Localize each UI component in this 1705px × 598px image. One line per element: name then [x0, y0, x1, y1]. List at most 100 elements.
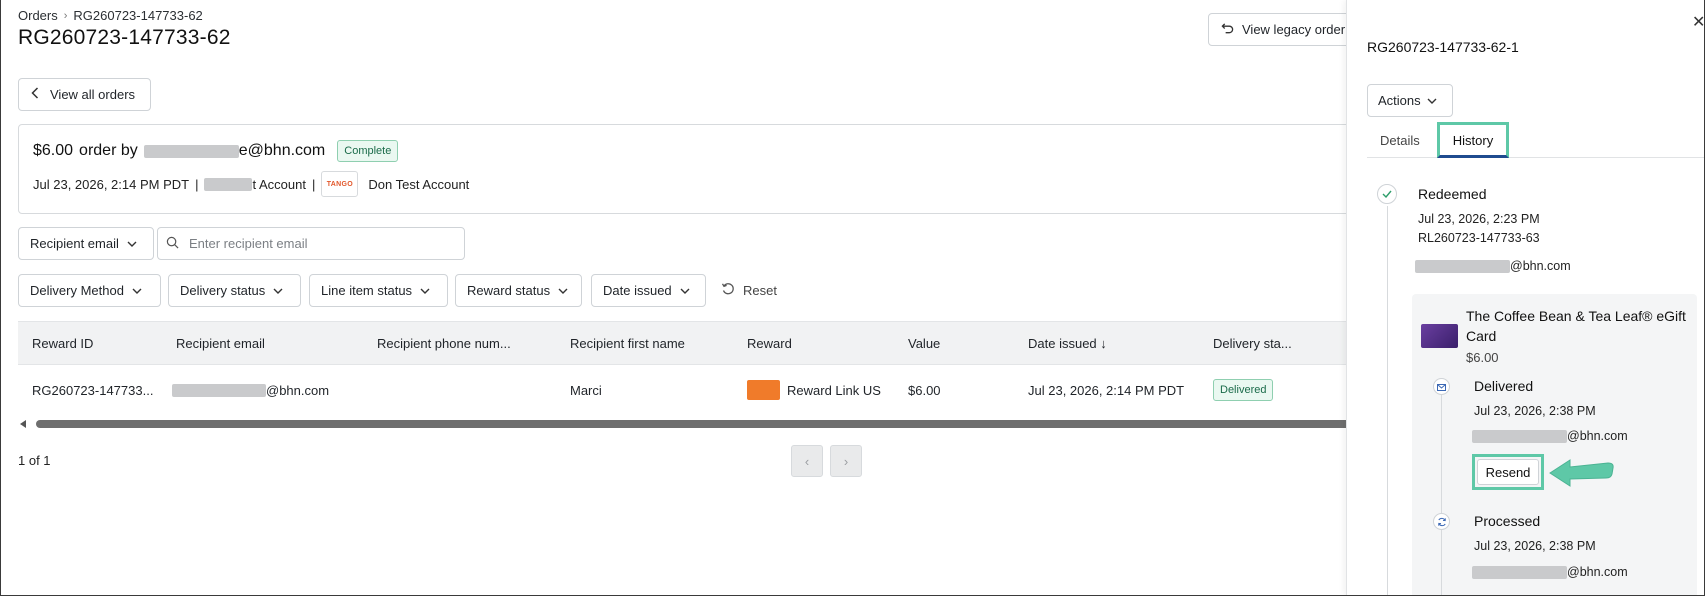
- scroll-left-arrow-icon[interactable]: [20, 420, 26, 428]
- event-delivered-date: Jul 23, 2026, 2:38 PM: [1474, 404, 1596, 418]
- app-frame: Orders › RG260723-147733-62 RG260723-147…: [0, 0, 1705, 596]
- breadcrumb-current: RG260723-147733-62: [73, 8, 203, 23]
- cell-reward-id: RG260723-147733...: [32, 382, 154, 398]
- meta-divider: |: [311, 176, 316, 192]
- chevron-down-icon: [273, 283, 283, 298]
- view-all-orders-label: View all orders: [50, 87, 136, 102]
- tango-logo: TANGO: [321, 171, 359, 197]
- order-email: e@bhn.com: [143, 142, 326, 160]
- table-row[interactable]: RG260723-147733... @bhn.com Marci Reward…: [18, 365, 1363, 415]
- next-page-button[interactable]: ›: [830, 445, 862, 477]
- order-date: Jul 23, 2026, 2:14 PM PDT: [33, 176, 190, 192]
- delivery-status-filter-label: Delivery status: [180, 283, 266, 298]
- redacted-email-block: [1472, 429, 1567, 443]
- view-all-orders-button[interactable]: View all orders: [18, 78, 151, 111]
- event-redeemed-title: Redeemed: [1418, 186, 1487, 202]
- tab-details[interactable]: Details: [1380, 122, 1420, 158]
- resend-button[interactable]: Resend: [1477, 459, 1539, 485]
- order-by-text: order by: [79, 142, 138, 159]
- gift-card-panel: The Coffee Bean & Tea Leaf® eGift Card $…: [1412, 294, 1697, 595]
- column-header-reward-id[interactable]: Reward ID: [32, 322, 93, 364]
- redacted-email-block: [1415, 259, 1510, 273]
- undo-arrow-icon: [1221, 22, 1234, 38]
- order-status-badge: Complete: [337, 140, 399, 162]
- reset-icon: [721, 282, 735, 299]
- chevron-down-icon: [420, 283, 430, 298]
- chevron-down-icon: [127, 236, 137, 251]
- card-timeline-line: [1441, 386, 1442, 595]
- search-icon: [166, 236, 179, 252]
- chevron-down-icon: [1427, 93, 1437, 108]
- order-summary-card: $6.00 order by e@bhn.com Complete Jul 23…: [18, 124, 1363, 214]
- redacted-account-block: [204, 177, 253, 191]
- gift-card-price: $6.00: [1466, 350, 1499, 365]
- column-header-delivery-status[interactable]: Delivery sta...: [1213, 322, 1292, 364]
- drawer-title: RG260723-147733-62-1: [1367, 39, 1519, 55]
- line-item-status-filter[interactable]: Line item status: [309, 274, 448, 307]
- delivery-method-filter-label: Delivery Method: [30, 283, 124, 298]
- event-redeemed-reference: RL260723-147733-63: [1418, 231, 1540, 245]
- order-account-suffix: t Account: [252, 176, 306, 192]
- reset-filters-button[interactable]: Reset: [721, 282, 777, 299]
- recipient-email-search[interactable]: [157, 227, 465, 260]
- reward-card-thumbnail: [747, 380, 780, 400]
- refresh-icon: [1433, 513, 1450, 530]
- recipient-email-filter[interactable]: Recipient email: [18, 227, 154, 260]
- event-processed-date: Jul 23, 2026, 2:38 PM: [1474, 539, 1596, 553]
- breadcrumb-separator: ›: [63, 9, 68, 22]
- previous-page-button[interactable]: ‹: [791, 445, 823, 477]
- reward-status-filter-label: Reward status: [467, 283, 551, 298]
- event-processed-title: Processed: [1474, 513, 1541, 529]
- close-icon[interactable]: ✕: [1692, 12, 1704, 32]
- gift-card-thumbnail: [1421, 324, 1458, 348]
- check-icon: [1377, 184, 1397, 204]
- delivery-status-filter[interactable]: Delivery status: [168, 274, 301, 307]
- resend-highlight: Resend: [1472, 454, 1544, 490]
- view-legacy-order-label: View legacy order: [1242, 22, 1346, 37]
- drawer-tabs: Details History: [1367, 122, 1704, 158]
- date-issued-filter-label: Date issued: [603, 283, 672, 298]
- column-header-date-issued[interactable]: Date issued ↓: [1028, 322, 1107, 364]
- order-email-suffix: e@bhn.com: [238, 142, 326, 159]
- column-header-recipient-first-name[interactable]: Recipient first name: [570, 322, 685, 364]
- event-processed-email-suffix: @bhn.com: [1567, 565, 1628, 579]
- cell-first-name: Marci: [570, 382, 602, 398]
- event-delivered-email: @bhn.com: [1472, 429, 1628, 443]
- page-title: RG260723-147733-62: [18, 26, 231, 49]
- scrollbar-thumb[interactable]: [36, 420, 1366, 428]
- view-legacy-order-button[interactable]: View legacy order: [1208, 13, 1368, 46]
- column-header-value[interactable]: Value: [908, 322, 940, 364]
- order-amount: $6.00: [33, 142, 74, 159]
- cell-reward-name: Reward Link US: [787, 382, 881, 398]
- recipient-email-input[interactable]: [189, 236, 429, 251]
- event-delivered-email-suffix: @bhn.com: [1567, 429, 1628, 443]
- reset-label: Reset: [743, 283, 777, 298]
- event-processed-email: @bhn.com: [1472, 565, 1628, 579]
- column-header-recipient-email[interactable]: Recipient email: [176, 322, 265, 364]
- table-header: Reward ID Recipient email Recipient phon…: [18, 321, 1363, 365]
- tab-history[interactable]: History: [1437, 122, 1509, 158]
- reward-status-filter[interactable]: Reward status: [455, 274, 582, 307]
- cell-date-issued: Jul 23, 2026, 2:14 PM PDT: [1028, 382, 1185, 398]
- arrow-pointer-icon: [1549, 459, 1614, 487]
- column-header-recipient-phone[interactable]: Recipient phone num...: [377, 322, 511, 364]
- cell-delivery-status: Delivered: [1213, 365, 1274, 415]
- event-redeemed-date: Jul 23, 2026, 2:23 PM: [1418, 212, 1540, 226]
- chevron-down-icon: [132, 283, 142, 298]
- redacted-email-block: [1472, 565, 1567, 579]
- column-header-reward[interactable]: Reward: [747, 322, 792, 364]
- date-issued-filter[interactable]: Date issued: [591, 274, 706, 307]
- horizontal-scrollbar[interactable]: [18, 418, 1366, 430]
- order-headline: $6.00 order by e@bhn.com Complete: [33, 140, 399, 162]
- chevron-down-icon: [680, 283, 690, 298]
- gift-card-name: The Coffee Bean & Tea Leaf® eGift Card: [1466, 308, 1686, 344]
- meta-divider: |: [195, 176, 199, 192]
- main-panel: Orders › RG260723-147733-62 RG260723-147…: [1, 0, 1368, 595]
- delivery-method-filter[interactable]: Delivery Method: [18, 274, 161, 307]
- breadcrumb: Orders › RG260723-147733-62: [18, 8, 203, 23]
- actions-dropdown-button[interactable]: Actions: [1367, 84, 1453, 117]
- breadcrumb-orders-link[interactable]: Orders: [18, 8, 58, 23]
- order-account: t Account: [204, 176, 306, 192]
- cell-value: $6.00: [908, 382, 941, 398]
- chevron-left-icon: [31, 87, 40, 102]
